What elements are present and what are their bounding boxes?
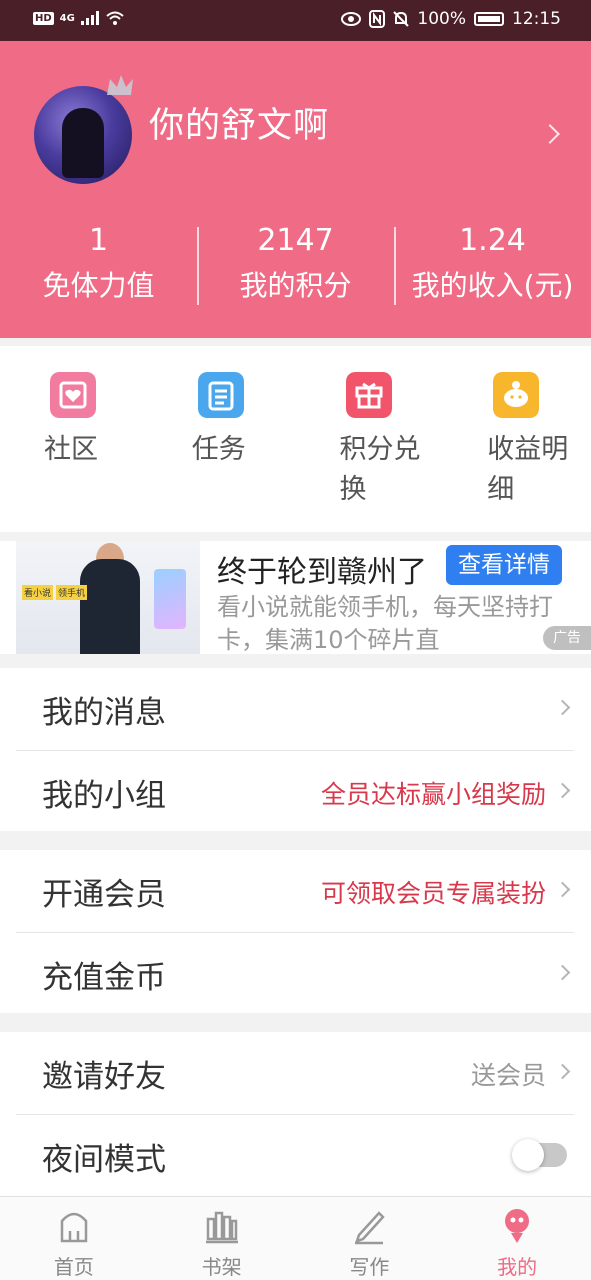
piggy-bank-icon xyxy=(493,372,540,418)
ad-image[interactable]: 看小说 领手机 xyxy=(16,541,200,654)
stat-label: 我的收入(元) xyxy=(411,269,574,302)
profile-icon xyxy=(505,1209,530,1243)
chevron-right-icon xyxy=(554,782,571,799)
task-icon xyxy=(197,372,244,418)
ad-image-tag: 领手机 xyxy=(56,585,88,600)
menu-item-invite[interactable]: 邀请好友 送会员 xyxy=(16,1032,574,1114)
night-mode-toggle[interactable] xyxy=(512,1139,567,1171)
quick-item-label: 任务 xyxy=(191,434,246,465)
menu-item-label: 开通会员 xyxy=(42,877,166,913)
ad-title: 终于轮到赣州了 xyxy=(217,555,427,590)
stat-stamina[interactable]: 1 免体力值 xyxy=(0,221,197,311)
menu-item-messages[interactable]: 我的消息 xyxy=(16,668,574,750)
stat-label: 免体力值 xyxy=(42,269,155,302)
gift-icon xyxy=(345,372,392,418)
stat-value: 1 xyxy=(88,223,109,258)
stat-value: 2147 xyxy=(257,223,334,258)
menu-item-night-mode: 夜间模式 xyxy=(16,1114,574,1196)
chevron-right-icon[interactable] xyxy=(540,124,560,144)
stats-row: 1 免体力值 2147 我的积分 1.24 我的收入(元) xyxy=(0,221,591,311)
crown-icon xyxy=(107,75,133,95)
ad-detail-button[interactable]: 查看详情 xyxy=(446,545,562,585)
menu-group-1: 我的消息 我的小组 全员达标赢小组奖励 xyxy=(0,668,591,831)
quick-item-community[interactable]: 社区 xyxy=(0,346,148,532)
nfc-icon xyxy=(369,10,386,28)
quick-item-label: 社区 xyxy=(44,434,98,465)
chevron-right-icon xyxy=(554,881,571,898)
clock: 12:15 xyxy=(512,9,561,29)
battery-percent: 100% xyxy=(417,9,466,29)
menu-item-label: 邀请好友 xyxy=(42,1059,166,1095)
menu-item-label: 充值金币 xyxy=(42,960,166,996)
ad-badge: 广告 xyxy=(543,626,591,650)
hd-badge: HD xyxy=(33,11,54,25)
quick-item-points-exchange[interactable]: 积分兑换 xyxy=(296,346,444,532)
quick-item-income-detail[interactable]: 收益明细 xyxy=(443,346,591,532)
network-type: 4G xyxy=(59,12,75,24)
menu-item-hint: 全员达标赢小组奖励 xyxy=(320,780,546,809)
status-right: 100% 12:15 xyxy=(341,9,561,29)
menu-item-group[interactable]: 我的小组 全员达标赢小组奖励 xyxy=(16,750,574,832)
stat-label: 我的积分 xyxy=(239,269,352,302)
stat-income[interactable]: 1.24 我的收入(元) xyxy=(394,221,591,311)
community-icon xyxy=(50,372,96,418)
wifi-icon xyxy=(106,11,124,25)
chevron-right-icon xyxy=(554,1063,571,1080)
chevron-right-icon xyxy=(554,699,571,716)
eye-icon xyxy=(341,12,362,26)
ad-image-tag: 看小说 xyxy=(22,585,54,600)
stat-points[interactable]: 2147 我的积分 xyxy=(197,221,394,311)
menu-item-label: 夜间模式 xyxy=(42,1142,166,1178)
status-bar: HD 4G 100% 12:15 xyxy=(0,0,591,41)
menu-item-label: 我的小组 xyxy=(42,778,166,814)
quick-item-label: 积分兑换 xyxy=(339,434,421,505)
menu-item-recharge[interactable]: 充值金币 xyxy=(16,932,574,1014)
nav-label: 书架 xyxy=(201,1255,242,1279)
username: 你的舒文啊 xyxy=(149,106,330,146)
menu-group-3: 邀请好友 送会员 夜间模式 xyxy=(0,1032,591,1196)
menu-item-hint: 送会员 xyxy=(470,1061,546,1090)
quick-item-label: 收益明细 xyxy=(487,434,569,505)
status-left: HD 4G xyxy=(33,10,125,26)
menu-item-label: 我的消息 xyxy=(42,695,166,731)
home-icon xyxy=(60,1212,88,1243)
quick-item-task[interactable]: 任务 xyxy=(148,346,296,532)
bookshelf-icon xyxy=(205,1211,238,1244)
menu-item-hint: 可领取会员专属装扮 xyxy=(320,879,546,908)
profile-header[interactable]: 你的舒文啊 1 免体力值 2147 我的积分 1.24 我的收入(元) xyxy=(0,41,591,338)
ad-banner[interactable]: 看小说 领手机 终于轮到赣州了 查看详情 看小说就能领手机，每天坚持打卡，集满1… xyxy=(0,541,591,654)
nav-write[interactable]: 写作 xyxy=(296,1197,444,1280)
nav-label: 我的 xyxy=(497,1255,538,1279)
ad-description: 看小说就能领手机，每天坚持打卡，集满10个碎片直 xyxy=(217,593,553,654)
nav-home[interactable]: 首页 xyxy=(0,1197,148,1280)
nav-label: 写作 xyxy=(349,1255,390,1279)
battery-icon xyxy=(474,12,504,26)
menu-group-2: 开通会员 可领取会员专属装扮 充值金币 xyxy=(0,850,591,1013)
nav-mine[interactable]: 我的 xyxy=(443,1197,591,1280)
mute-icon xyxy=(393,11,410,27)
phone-image xyxy=(154,569,186,629)
pen-icon xyxy=(355,1211,386,1245)
bottom-nav: 首页 书架 写作 我的 xyxy=(0,1196,591,1280)
nav-bookshelf[interactable]: 书架 xyxy=(148,1197,296,1280)
menu-item-membership[interactable]: 开通会员 可领取会员专属装扮 xyxy=(16,850,574,932)
chevron-right-icon xyxy=(554,964,571,981)
quick-actions: 社区 任务 积分兑换 收益明细 xyxy=(0,346,591,532)
stat-value: 1.24 xyxy=(459,223,526,258)
signal-icon xyxy=(80,11,99,25)
nav-label: 首页 xyxy=(53,1255,94,1279)
